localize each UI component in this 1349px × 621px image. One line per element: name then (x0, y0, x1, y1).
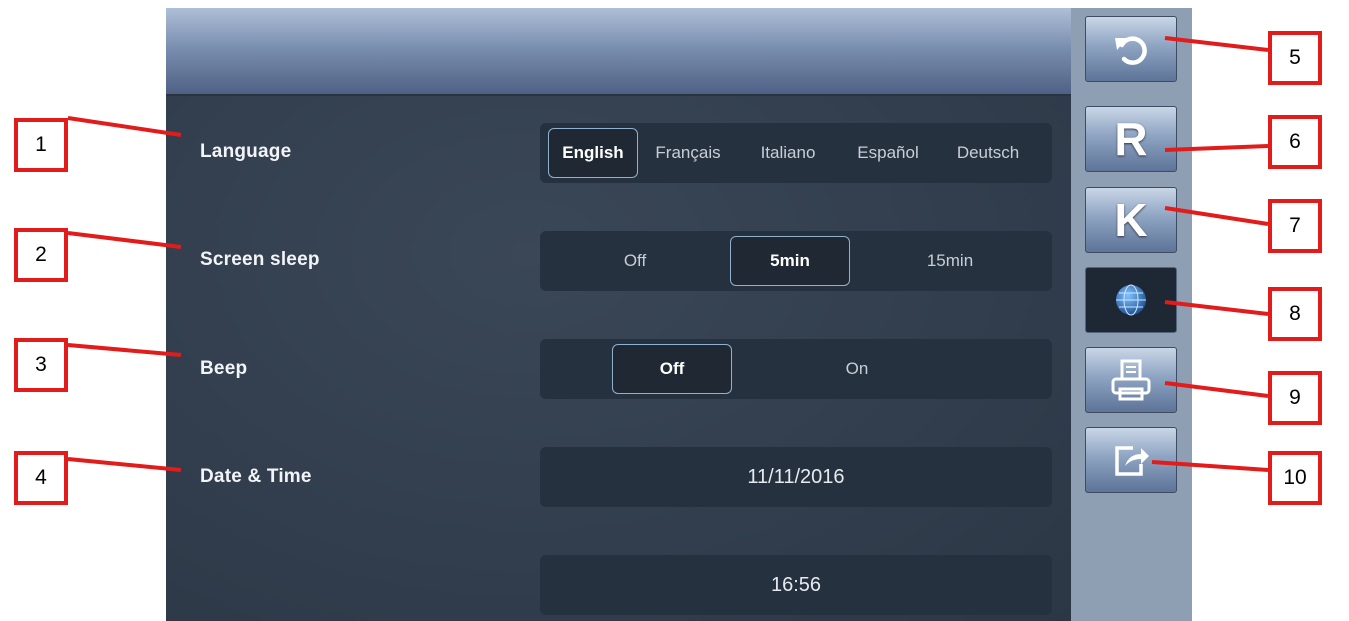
callout-1: 1 (14, 118, 68, 172)
callout-5: 5 (1268, 31, 1322, 85)
callout-leader-lines (67, 36, 1269, 472)
callout-7: 7 (1268, 199, 1322, 253)
callout-10: 10 (1268, 451, 1322, 505)
callout-3: 3 (14, 338, 68, 392)
callout-9: 9 (1268, 371, 1322, 425)
callout-4: 4 (14, 451, 68, 505)
callout-2: 2 (14, 228, 68, 282)
callout-8: 8 (1268, 287, 1322, 341)
callout-6: 6 (1268, 115, 1322, 169)
